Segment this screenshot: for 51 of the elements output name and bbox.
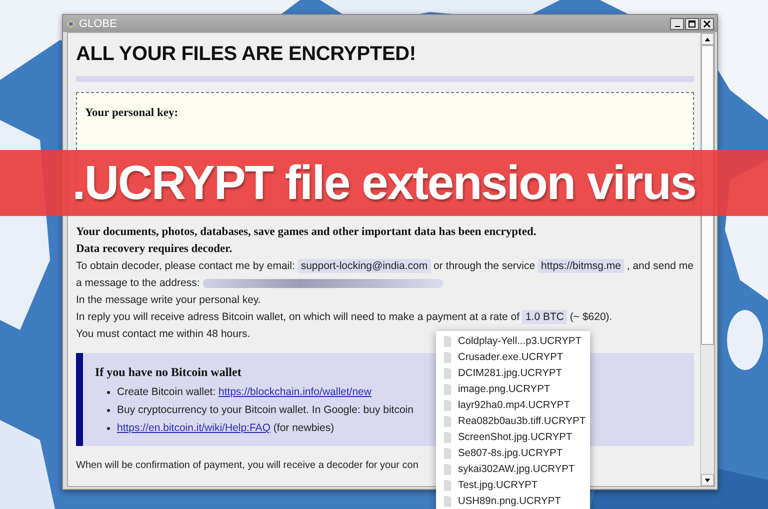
file-item[interactable]: image.png.UCRYPT	[436, 381, 590, 397]
message-text: To obtain decoder, please contact me by email: support-locking@india.com or through the service https://bitmsg.me , and send me a message to the address:	[76, 258, 694, 291]
link[interactable]: https://blockchain.info/wallet/new	[218, 386, 372, 398]
file-icon	[443, 384, 452, 394]
message-text: Data recovery requires decoder.	[76, 242, 234, 257]
file-icon	[443, 400, 452, 410]
list-item-text: Buy cryptocurrency to your Bitcoin wallet. In Google: buy bitcoin	[117, 403, 414, 418]
close-icon	[703, 20, 711, 28]
message-text: In the message write your personal key.	[76, 293, 261, 308]
file-item[interactable]: Rea082b0au3b.tiff.UCRYPT	[436, 413, 590, 429]
link[interactable]: https://en.bitcoin.it/wiki/Help:FAQ	[117, 422, 270, 434]
key-label: Your personal key:	[85, 107, 178, 119]
message-text: In reply you will receive adress Bitcoin wallet, on which will need to make a payment at a rate of 1.0 BTC (~ $620).	[76, 309, 612, 326]
file-icon	[443, 368, 452, 378]
file-icon	[443, 448, 452, 458]
message-text: When will be confirmation of payment, you will receive a decoder for your con	[76, 460, 418, 471]
scroll-up-icon[interactable]	[701, 33, 714, 45]
app-icon	[66, 18, 76, 28]
minimize-icon	[674, 24, 680, 28]
file-item[interactable]: Test.jpg.UCRYPT	[436, 477, 590, 493]
message-text: Your documents, photos, databases, save games and other important data has been encrypted.	[76, 225, 538, 240]
maximize-icon	[688, 20, 696, 28]
bullet-icon	[107, 408, 110, 412]
close-button[interactable]	[700, 18, 714, 30]
file-item[interactable]: ScreenShot.jpg.UCRYPT	[436, 429, 590, 445]
bullet-icon	[107, 390, 110, 394]
file-icon	[443, 352, 452, 362]
file-item[interactable]: Se807-8s.jpg.UCRYPT	[436, 445, 590, 461]
message-text: You must contact me within 48 hours.	[76, 327, 250, 342]
file-icon	[443, 496, 452, 506]
panel-heading: If you have no Bitcoin wallet	[95, 365, 242, 380]
file-item[interactable]: DCIM281.jpg.UCRYPT	[436, 365, 590, 381]
banner-title: .UCRYPT file extension virus	[72, 156, 696, 210]
file-icon	[443, 464, 452, 474]
file-icon	[443, 416, 452, 426]
file-icon	[443, 432, 452, 442]
file-item[interactable]: layr92ha0.mp4.UCRYPT	[436, 397, 590, 413]
list-item-text: https://en.bitcoin.it/wiki/Help:FAQ (for newbies)	[117, 421, 334, 436]
list-item-text: Create Bitcoin wallet: https://blockchain.info/wallet/new	[117, 385, 372, 400]
scroll-down-icon[interactable]	[701, 474, 714, 486]
warning-heading: ALL YOUR FILES ARE ENCRYPTED!	[76, 43, 417, 66]
file-item[interactable]: Crusader.exe.UCRYPT	[436, 349, 590, 365]
file-item[interactable]: Coldplay-Yell...p3.UCRYPT	[436, 333, 590, 349]
file-item[interactable]: sykai302AW.jpg.UCRYPT	[436, 461, 590, 477]
bullet-icon	[107, 426, 110, 430]
file-icon	[443, 480, 452, 490]
minimize-button[interactable]	[670, 18, 684, 30]
window-title: GLOBE	[79, 18, 118, 30]
maximize-button[interactable]	[685, 18, 699, 30]
file-item[interactable]: USH89n.png.UCRYPT	[436, 493, 590, 509]
file-icon	[443, 336, 452, 346]
